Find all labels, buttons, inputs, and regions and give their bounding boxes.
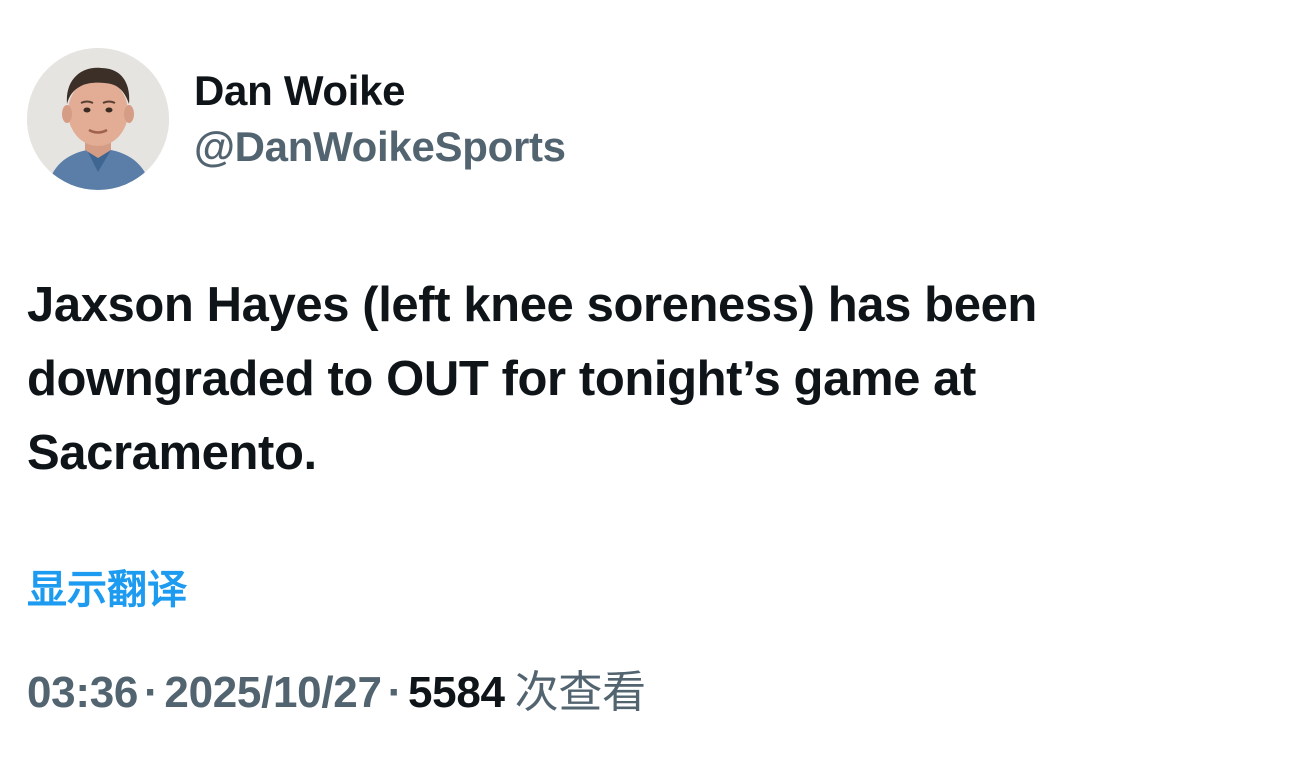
meta-separator: ·: [144, 668, 159, 717]
tweet-text: Jaxson Hayes (left knee soreness) has be…: [27, 278, 1037, 480]
tweet-detail: Dan Woike @DanWoikeSports Jaxson Hayes (…: [0, 0, 1290, 770]
user-info: Dan Woike @DanWoikeSports: [194, 66, 566, 172]
views-count[interactable]: 5584: [408, 668, 505, 717]
tweet-time[interactable]: 03:36: [27, 668, 138, 717]
avatar[interactable]: [27, 48, 169, 190]
tweet-meta: 03:36 · 2025/10/27 · 5584 次查看: [27, 665, 646, 721]
tweet-header: Dan Woike @DanWoikeSports: [27, 48, 566, 190]
user-handle[interactable]: @DanWoikeSports: [194, 122, 566, 172]
views-label[interactable]: 次查看: [515, 667, 646, 718]
tweet-date[interactable]: 2025/10/27: [164, 668, 382, 717]
meta-separator: ·: [387, 668, 403, 717]
avatar-image: [27, 48, 169, 190]
display-name[interactable]: Dan Woike: [194, 66, 566, 116]
show-translation-link[interactable]: 显示翻译: [27, 565, 187, 615]
